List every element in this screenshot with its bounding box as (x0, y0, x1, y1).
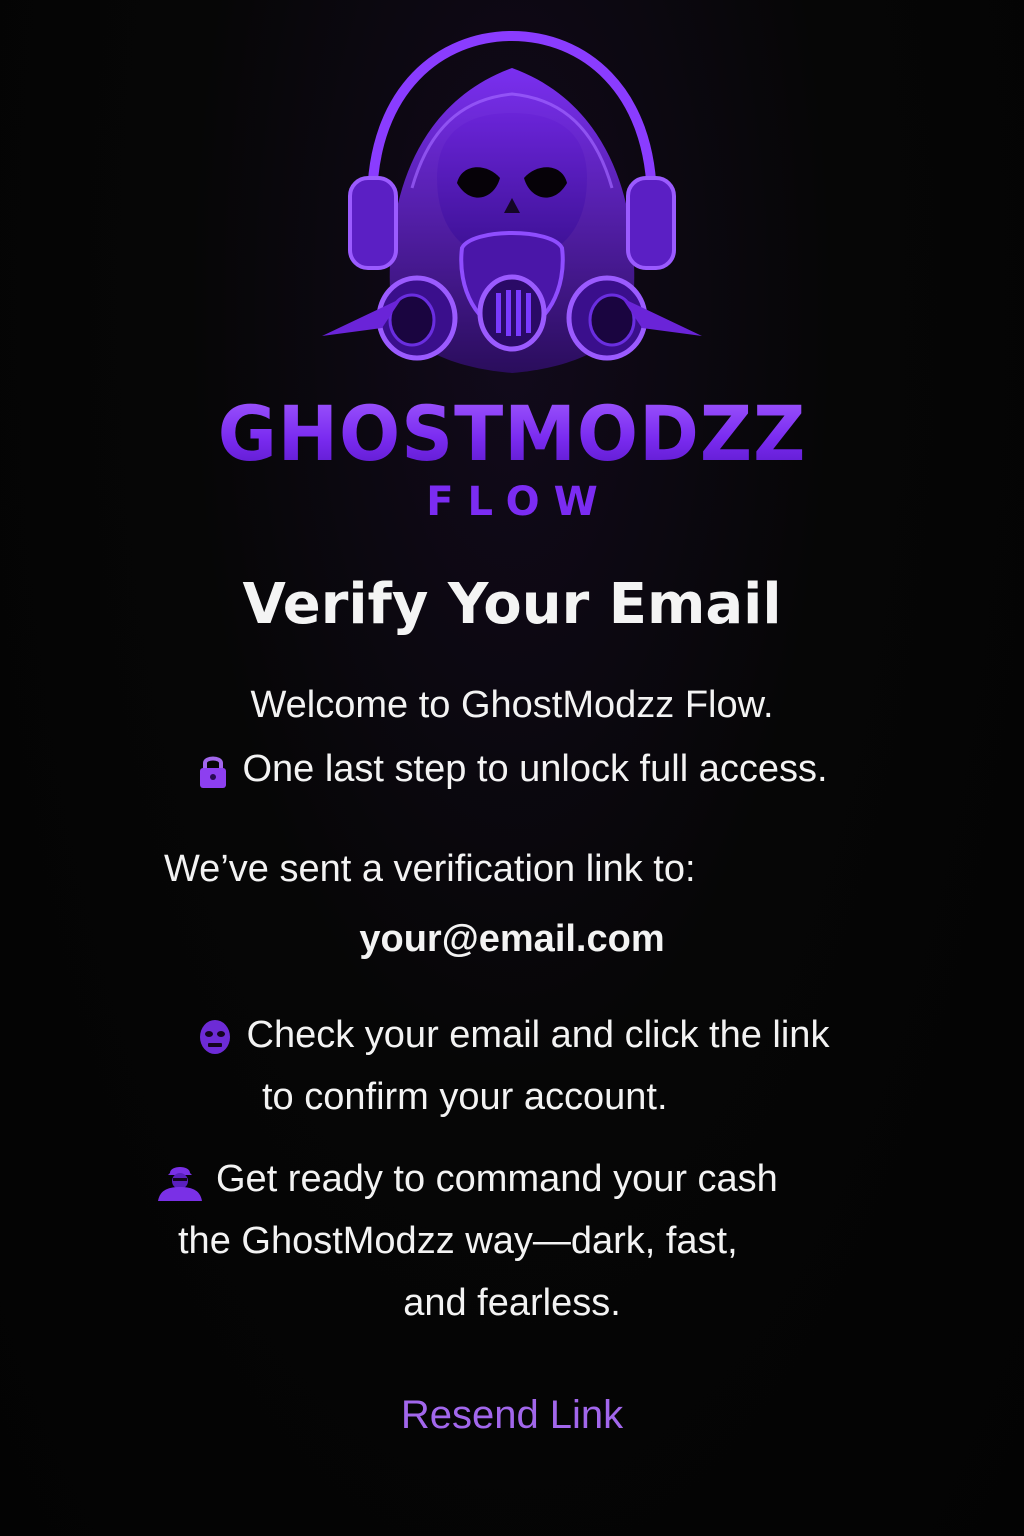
lock-icon (200, 756, 227, 788)
skull-face-icon (199, 1019, 230, 1054)
check-text-line-1: Check your email and click the link (246, 1014, 830, 1056)
welcome-text: Welcome to GhostModzz Flow. (250, 684, 774, 726)
sent-text: We’ve sent a verification link to: (164, 848, 696, 890)
verify-email-screen: GHOSTMODZZ FLOW Verify Your Email Welcom… (0, 0, 1024, 1536)
hacker-figure-icon (158, 1166, 202, 1201)
ready-line-1: Get ready to command your cash (156, 1156, 778, 1202)
brand-subtitle: FLOW (426, 479, 612, 525)
gas-mask-skull-logo-icon (322, 30, 702, 373)
ready-line-2: the GhostModzz way—dark, fast, (178, 1220, 738, 1262)
check-line-2: to confirm your account. (262, 1076, 668, 1118)
unlock-text: One last step to unlock full access. (242, 748, 828, 790)
email-address: your@email.com (359, 918, 665, 960)
brand-name: GHOSTMODZZ (0, 390, 1024, 478)
check-line-1: Check your email and click the link (0, 1012, 1024, 1058)
ready-line-3: and fearless. (403, 1282, 621, 1324)
unlock-line: One last step to unlock full access. (0, 746, 1024, 792)
resend-link-button[interactable]: Resend Link (0, 1390, 1024, 1440)
page-title: Verify Your Email (242, 572, 782, 637)
ready-text-line-1: Get ready to command your cash (216, 1158, 778, 1200)
